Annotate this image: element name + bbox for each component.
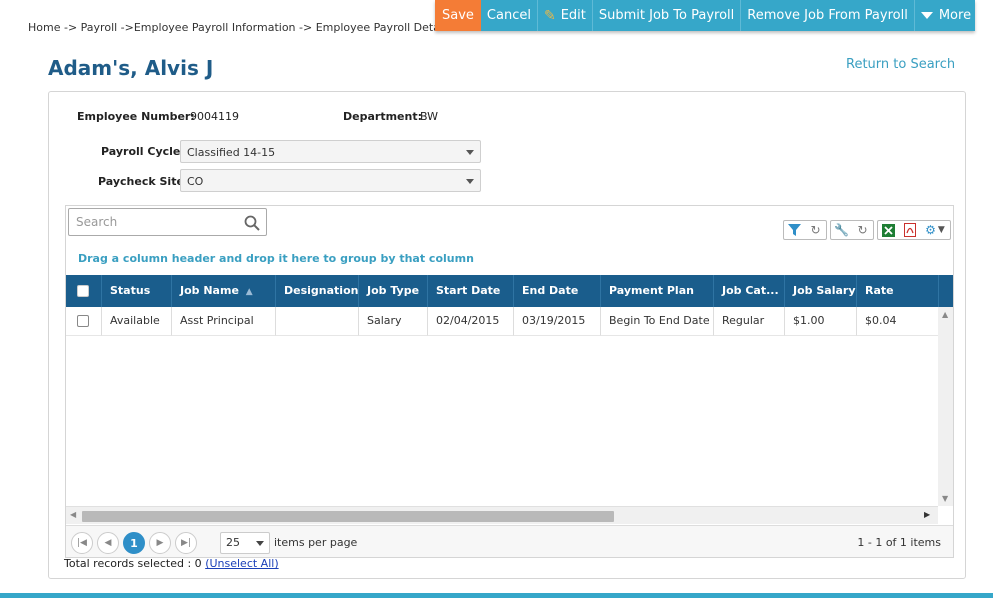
header-scroll-spacer	[938, 275, 953, 307]
sort-ascending-icon: ▲	[245, 287, 253, 297]
edit-button[interactable]: ✎ Edit	[538, 0, 593, 31]
horizontal-scroll-thumb[interactable]	[82, 511, 614, 522]
cell-start-date: 02/04/2015	[427, 307, 513, 336]
previous-page-icon[interactable]: ◀	[97, 532, 119, 554]
cell-designation	[275, 307, 358, 336]
dropdown-arrow-icon	[466, 150, 474, 155]
payroll-cycle-value: Classified 14-15	[187, 146, 276, 159]
submit-job-to-payroll-button[interactable]: Submit Job To Payroll	[593, 0, 742, 31]
column-header-status[interactable]: Status	[101, 275, 171, 307]
paycheck-site-value: CO	[187, 175, 204, 188]
dropdown-arrow-icon	[256, 541, 264, 546]
grid-search-input[interactable]	[74, 210, 244, 234]
column-tool-group: 🔧 ↻	[830, 220, 874, 240]
column-header-payment-plan[interactable]: Payment Plan	[600, 275, 713, 307]
export-tool-group: ⚙ ▼	[877, 220, 951, 240]
row-select-cell	[66, 307, 101, 336]
more-menu-button[interactable]: More	[915, 0, 977, 31]
column-header-end-date[interactable]: End Date	[513, 275, 600, 307]
vertical-scrollbar[interactable]: ▲ ▼	[938, 307, 953, 506]
filter-icon[interactable]	[784, 221, 805, 239]
wrench-icon[interactable]: 🔧	[831, 221, 852, 239]
page-number-button[interactable]: 1	[123, 532, 145, 554]
cell-rate: $0.04	[856, 307, 938, 336]
settings-icon[interactable]: ⚙ ▼	[920, 221, 950, 239]
items-per-page-label: items per page	[274, 536, 358, 549]
grid-tools: ↻ 🔧 ↻ ⚙ ▼	[783, 220, 951, 240]
grid-header: Status Job Name ▲ Designation Job Type S…	[66, 275, 953, 307]
scroll-left-icon[interactable]: ◀	[70, 510, 76, 519]
payroll-cycle-select[interactable]: Classified 14-15	[180, 140, 481, 163]
more-button-label: More	[938, 8, 972, 23]
cell-status: Available	[101, 307, 171, 336]
employee-number-value: 9004119	[190, 110, 239, 123]
last-page-icon[interactable]: ▶|	[175, 532, 197, 554]
employee-number-label: Employee Number:	[77, 110, 195, 123]
jobs-grid: ↻ 🔧 ↻ ⚙▼ Drag a column header and drop i…	[65, 205, 954, 558]
employee-detail-card: Employee Number: 9004119 Department: BW …	[48, 91, 966, 579]
group-by-hint: Drag a column header and drop it here to…	[78, 252, 474, 265]
first-page-icon[interactable]: |◀	[71, 532, 93, 554]
grid-search-box	[68, 208, 267, 236]
cell-end-date: 03/19/2015	[513, 307, 600, 336]
remove-job-from-payroll-button[interactable]: Remove Job From Payroll	[741, 0, 915, 31]
column-header-rate[interactable]: Rate	[856, 275, 938, 307]
cell-payment-plan: Begin To End Date	[600, 307, 713, 336]
column-header-job-name[interactable]: Job Name ▲	[171, 275, 275, 307]
department-label: Department:	[343, 110, 422, 123]
row-checkbox[interactable]	[77, 315, 89, 327]
cell-job-category: Regular	[713, 307, 784, 336]
cell-job-type: Salary	[358, 307, 427, 336]
column-header-job-type[interactable]: Job Type	[358, 275, 427, 307]
select-all-cell	[66, 275, 101, 307]
pager-summary: 1 - 1 of 1 items	[857, 536, 941, 549]
filter-tool-group: ↻	[783, 220, 827, 240]
scroll-up-icon[interactable]: ▲	[942, 310, 948, 319]
column-header-job-category[interactable]: Job Cat...	[713, 275, 784, 307]
edit-button-label: Edit	[560, 8, 586, 23]
next-page-icon[interactable]: ▶	[149, 532, 171, 554]
dropdown-arrow-icon	[466, 179, 474, 184]
return-to-search-link[interactable]: Return to Search	[846, 57, 955, 72]
column-header-start-date[interactable]: Start Date	[427, 275, 513, 307]
excel-icon[interactable]	[878, 221, 899, 239]
horizontal-scrollbar[interactable]: ◀ ▶	[66, 506, 938, 524]
search-icon[interactable]	[244, 215, 260, 231]
pencil-icon: ✎	[543, 7, 556, 24]
total-selected-text: Total records selected : 0	[64, 557, 202, 570]
payroll-cycle-label: Payroll Cycle:	[101, 145, 185, 158]
cancel-button[interactable]: Cancel	[481, 0, 538, 31]
breadcrumb: Home -> Payroll ->Employee Payroll Infor…	[28, 21, 447, 34]
save-button[interactable]: Save	[435, 0, 481, 31]
table-row[interactable]: Available Asst Principal Salary 02/04/20…	[66, 307, 938, 336]
page-size-value: 25	[226, 536, 240, 549]
column-header-job-salary[interactable]: Job Salary	[784, 275, 856, 307]
pdf-icon[interactable]	[899, 221, 920, 239]
scroll-right-icon[interactable]: ▶	[924, 510, 930, 519]
refresh-icon[interactable]: ↻	[805, 221, 826, 239]
selection-summary: Total records selected : 0 (Unselect All…	[64, 557, 279, 570]
page-size-select[interactable]: 25	[220, 532, 270, 554]
paycheck-site-label: Paycheck Site:	[98, 175, 189, 188]
cell-job-salary: $1.00	[784, 307, 856, 336]
column-header-job-name-label: Job Name	[180, 284, 239, 297]
cell-job-name: Asst Principal	[171, 307, 275, 336]
action-toolbar: Save Cancel ✎ Edit Submit Job To Payroll…	[435, 0, 975, 31]
column-header-designation[interactable]: Designation	[275, 275, 358, 307]
scroll-down-icon[interactable]: ▼	[942, 494, 948, 503]
unselect-all-link[interactable]: (Unselect All)	[205, 557, 278, 570]
bottom-accent-bar	[0, 593, 993, 598]
grid-pager: |◀ ◀ 1 ▶ ▶| 25 items per page 1 - 1 of 1…	[66, 525, 953, 557]
select-all-checkbox[interactable]	[77, 285, 89, 297]
reset-icon[interactable]: ↻	[852, 221, 873, 239]
paycheck-site-select[interactable]: CO	[180, 169, 481, 192]
caret-down-icon	[920, 12, 933, 19]
page-title: Adam's, Alvis J	[48, 56, 214, 80]
department-value: BW	[420, 110, 439, 123]
